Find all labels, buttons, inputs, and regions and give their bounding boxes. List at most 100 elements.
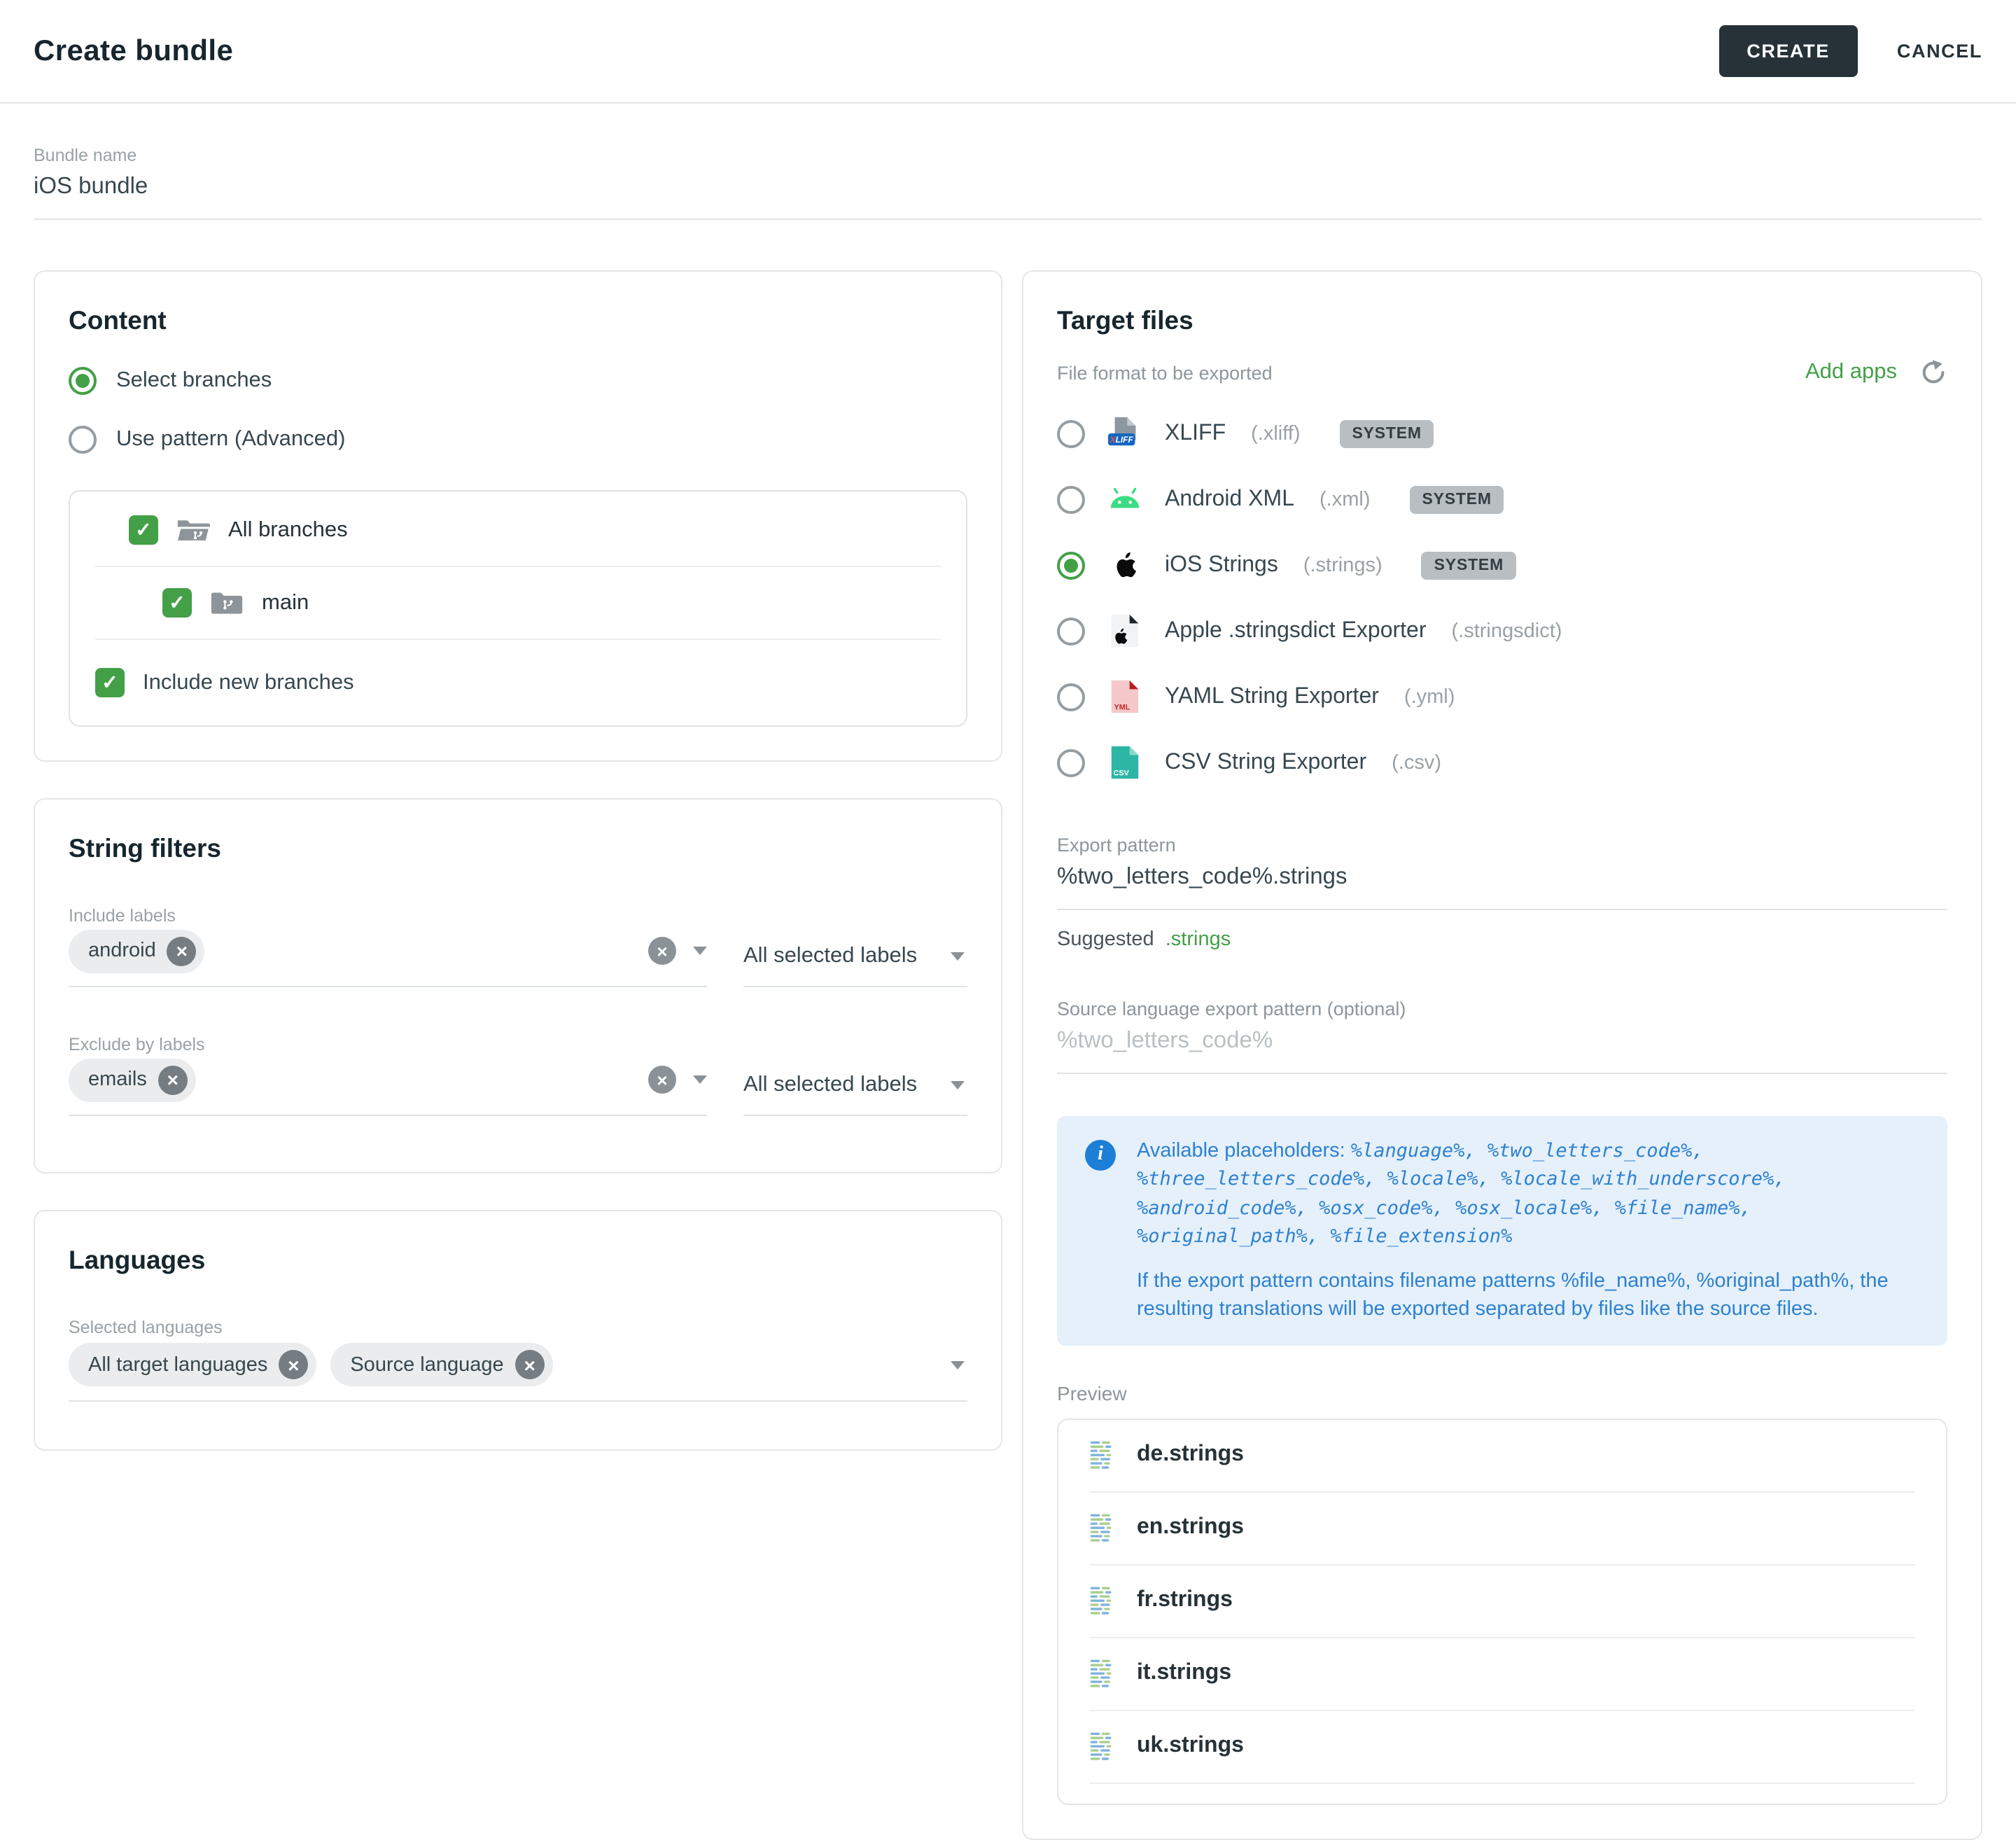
exclude-labels-mode-dropdown[interactable]: All selected labels — [743, 1073, 967, 1116]
format-row-yaml[interactable]: YML YAML String Exporter (.yml) — [1057, 664, 1947, 730]
android-icon — [1107, 482, 1142, 517]
left-column: Content Select branches Use pattern (Adv… — [34, 270, 1002, 1451]
system-badge: SYSTEM — [1410, 485, 1504, 513]
language-chip-source: Source language — [330, 1343, 552, 1386]
stringsdict-radio[interactable] — [1057, 617, 1085, 645]
top-bar-actions: CREATE CANCEL — [1718, 25, 1982, 77]
exclude-label-chip: emails — [69, 1058, 196, 1101]
format-name: CSV String Exporter — [1165, 750, 1366, 775]
language-chip-all-targets-text: All target languages — [88, 1353, 267, 1376]
clear-exclude-labels-icon[interactable] — [648, 1066, 676, 1094]
main-branch-row[interactable]: main — [95, 567, 941, 640]
system-badge: SYSTEM — [1422, 551, 1516, 579]
refresh-icon[interactable] — [1919, 358, 1947, 386]
exclude-label-chip-text: emails — [88, 1068, 147, 1091]
exclude-labels-mode-value: All selected labels — [743, 1073, 917, 1098]
preview-file-row: de.strings — [1089, 1420, 1915, 1493]
preview-file-row: fr.strings — [1089, 1566, 1915, 1638]
strings-file-icon — [1089, 1512, 1113, 1545]
chevron-down-icon — [951, 1081, 965, 1089]
format-row-ios-strings[interactable]: iOS Strings (.strings) SYSTEM — [1057, 532, 1947, 598]
include-labels-mode-dropdown[interactable]: All selected labels — [743, 944, 967, 987]
chip-remove-icon[interactable] — [167, 936, 197, 966]
format-list: XLIFF XLIFF (.xliff) SYSTEM — [1057, 400, 1947, 795]
strings-file-icon — [1089, 1585, 1113, 1617]
string-filters-card: String filters Include labels android — [34, 798, 1002, 1173]
right-column: Target files File format to be exported … — [1022, 270, 1982, 1840]
target-files-card: Target files File format to be exported … — [1022, 270, 1982, 1840]
android-xml-radio[interactable] — [1057, 485, 1085, 513]
ios-strings-radio[interactable] — [1057, 551, 1085, 579]
content-title: Content — [69, 305, 967, 336]
include-label-chip: android — [69, 929, 205, 973]
format-row-xliff[interactable]: XLIFF XLIFF (.xliff) SYSTEM — [1057, 400, 1947, 466]
suggested-value-link[interactable]: .strings — [1166, 928, 1231, 951]
suggested-row: Suggested .strings — [1057, 928, 1947, 951]
suggested-label: Suggested — [1057, 928, 1154, 951]
chip-remove-icon[interactable] — [279, 1350, 308, 1379]
chip-remove-icon[interactable] — [158, 1065, 188, 1094]
format-ext: (.xml) — [1320, 488, 1371, 510]
page: Create bundle CREATE CANCEL Bundle name … — [0, 0, 2016, 1665]
use-pattern-label: Use pattern (Advanced) — [116, 427, 345, 452]
placeholders-label: Available placeholders: — [1137, 1140, 1345, 1162]
placeholders-line: Available placeholders: %language%, %two… — [1137, 1137, 1919, 1250]
use-pattern-option[interactable]: Use pattern (Advanced) — [69, 426, 967, 454]
select-branches-radio[interactable] — [69, 367, 97, 395]
all-branches-row[interactable]: All branches — [95, 494, 941, 567]
chevron-down-icon — [951, 952, 965, 961]
chevron-down-icon[interactable] — [951, 1360, 965, 1369]
yaml-radio[interactable] — [1057, 683, 1085, 711]
language-chip-all-targets: All target languages — [69, 1343, 316, 1386]
folder-branch-icon — [210, 589, 244, 617]
branch-tree: All branches — [69, 490, 967, 727]
format-ext: (.xliff) — [1251, 422, 1300, 445]
format-row-stringsdict[interactable]: Apple .stringsdict Exporter (.stringsdic… — [1057, 598, 1947, 664]
chip-remove-icon[interactable] — [515, 1350, 545, 1379]
create-button[interactable]: CREATE — [1718, 25, 1858, 77]
apple-stringsdict-file-icon — [1107, 613, 1142, 648]
languages-card: Languages Selected languages All target … — [34, 1210, 1002, 1451]
add-apps-link[interactable]: Add apps — [1805, 360, 1897, 385]
cancel-button[interactable]: CANCEL — [1897, 41, 1982, 62]
chevron-down-icon[interactable] — [693, 1075, 707, 1084]
strings-file-icon — [1089, 1440, 1113, 1472]
chevron-down-icon[interactable] — [693, 947, 707, 955]
preview-box: de.strings — [1057, 1419, 1947, 1805]
main-branch-checkbox[interactable] — [162, 588, 192, 618]
preview-file-name: fr.strings — [1137, 1589, 1233, 1614]
include-new-branches-checkbox[interactable] — [95, 668, 125, 697]
format-name: YAML String Exporter — [1165, 684, 1379, 709]
apple-icon — [1107, 548, 1142, 583]
language-chip-source-text: Source language — [350, 1353, 503, 1376]
preview-file-name: de.strings — [1137, 1443, 1244, 1468]
xliff-radio[interactable] — [1057, 419, 1085, 447]
format-name: XLIFF — [1165, 421, 1226, 446]
selected-languages-field[interactable]: All target languages Source language — [69, 1337, 967, 1402]
select-branches-option[interactable]: Select branches — [69, 367, 967, 395]
export-pattern-input[interactable] — [1057, 856, 1947, 910]
preview-label: Preview — [1057, 1382, 1947, 1405]
exclude-labels-label: Exclude by labels — [69, 1035, 967, 1054]
export-pattern-label: Export pattern — [1057, 835, 1947, 856]
include-new-branches-row[interactable]: Include new branches — [95, 640, 941, 700]
all-branches-checkbox[interactable] — [129, 515, 158, 545]
format-row-csv[interactable]: CSV CSV String Exporter (.csv) — [1057, 730, 1947, 795]
languages-title: Languages — [69, 1245, 967, 1276]
format-name: Apple .stringsdict Exporter — [1165, 618, 1427, 643]
svg-text:XLIFF: XLIFF — [1110, 435, 1134, 445]
csv-radio[interactable] — [1057, 748, 1085, 776]
include-labels-field[interactable]: android — [69, 926, 707, 987]
format-ext: (.stringsdict) — [1452, 620, 1562, 642]
placeholders-info-box: Available placeholders: %language%, %two… — [1057, 1116, 1947, 1346]
selected-languages-label: Selected languages — [69, 1318, 967, 1337]
use-pattern-radio[interactable] — [69, 426, 97, 454]
exclude-labels-field[interactable]: emails — [69, 1054, 707, 1116]
clear-include-labels-icon[interactable] — [648, 937, 676, 965]
format-row-android-xml[interactable]: Android XML (.xml) SYSTEM — [1057, 466, 1947, 532]
source-pattern-label: Source language export pattern (optional… — [1057, 998, 1947, 1019]
all-branches-label: All branches — [228, 517, 348, 543]
source-pattern-input[interactable] — [1057, 1019, 1947, 1074]
top-bar: Create bundle CREATE CANCEL — [0, 0, 2016, 104]
bundle-name-input[interactable] — [34, 165, 1982, 220]
